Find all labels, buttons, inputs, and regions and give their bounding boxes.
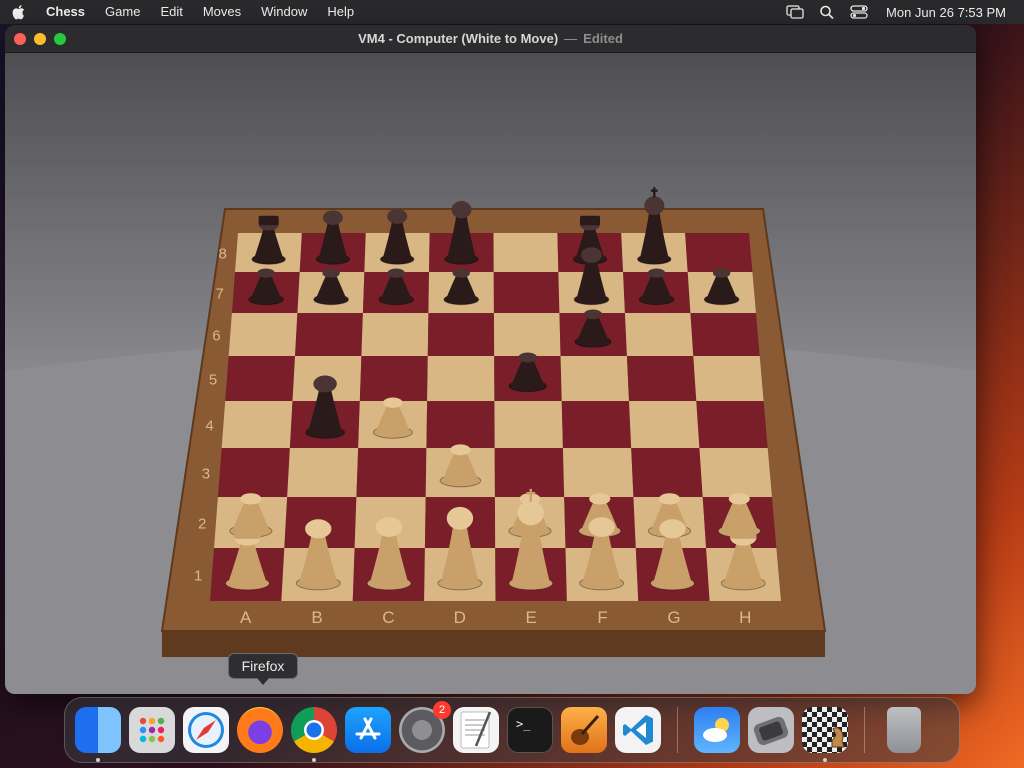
garageband-icon[interactable] xyxy=(561,707,607,753)
board-square[interactable] xyxy=(359,356,428,402)
menu-edit[interactable]: Edit xyxy=(150,0,192,24)
zoom-window-button[interactable] xyxy=(54,33,66,45)
menu-clock[interactable]: Mon Jun 26 7:53 PM xyxy=(886,5,1006,20)
settings-icon[interactable]: 2 xyxy=(399,701,451,753)
dock-separator xyxy=(677,707,678,753)
file-label: B xyxy=(311,608,322,627)
dock-separator xyxy=(864,707,865,753)
dock-tooltip: Firefox xyxy=(228,653,298,685)
window-title: VM4 - Computer (White to Move) xyxy=(358,31,559,46)
window-titlebar[interactable]: VM4 - Computer (White to Move) — Edited xyxy=(5,25,976,53)
rank-label: 2 xyxy=(198,516,206,533)
apple-menu-icon[interactable] xyxy=(0,4,36,21)
textedit-icon[interactable] xyxy=(453,707,499,753)
running-indicator xyxy=(823,758,827,762)
file-label: D xyxy=(454,608,466,627)
menu-bar: Chess Game Edit Moves Window Help Mon Ju… xyxy=(0,0,1024,24)
board-square[interactable] xyxy=(629,401,700,449)
chess-icon[interactable] xyxy=(802,707,848,762)
board-square[interactable] xyxy=(361,313,429,357)
board-square[interactable] xyxy=(685,233,753,273)
board-square[interactable] xyxy=(696,401,768,449)
trash-icon[interactable] xyxy=(887,707,921,753)
firefox-icon[interactable] xyxy=(237,707,283,753)
board-square[interactable] xyxy=(562,448,634,498)
board-square[interactable] xyxy=(356,448,427,498)
spotlight-search-icon[interactable] xyxy=(818,5,836,19)
notification-badge: 2 xyxy=(433,701,451,719)
rank-label: 8 xyxy=(219,246,227,263)
app-store-icon[interactable] xyxy=(345,707,391,753)
rank-label: 7 xyxy=(215,286,223,303)
board-square[interactable] xyxy=(693,356,764,402)
board-square[interactable] xyxy=(494,401,563,449)
board-square[interactable] xyxy=(626,356,697,402)
board-square[interactable] xyxy=(631,448,703,498)
running-indicator xyxy=(312,758,316,762)
board-square[interactable] xyxy=(493,233,559,273)
menu-game[interactable]: Game xyxy=(95,0,150,24)
board-square[interactable] xyxy=(221,401,293,449)
board-square[interactable] xyxy=(690,313,760,357)
title-separator: — xyxy=(564,31,578,46)
rank-label: 3 xyxy=(202,466,210,483)
edited-status: Edited xyxy=(583,31,623,46)
chess-scene[interactable]: 8 7 6 5 4 3 2 1 A B C D E F G H xyxy=(5,53,976,694)
board-square[interactable] xyxy=(624,313,694,357)
safari-icon[interactable] xyxy=(183,707,229,753)
file-label: G xyxy=(667,608,680,627)
screen-mirroring-icon[interactable] xyxy=(786,5,804,19)
board-square[interactable] xyxy=(287,448,359,498)
file-label: E xyxy=(526,608,537,627)
board-square[interactable] xyxy=(427,356,495,402)
terminal-icon[interactable]: >_ xyxy=(507,707,553,753)
close-window-button[interactable] xyxy=(14,33,26,45)
window-controls xyxy=(14,33,66,45)
board-square[interactable] xyxy=(427,313,495,357)
board-square[interactable] xyxy=(228,313,298,357)
board-square[interactable] xyxy=(699,448,772,498)
board-square[interactable] xyxy=(561,401,632,449)
simulator-icon[interactable] xyxy=(748,707,794,753)
file-label: F xyxy=(597,608,607,627)
menu-app-name[interactable]: Chess xyxy=(36,0,95,24)
svg-text:>_: >_ xyxy=(516,717,531,731)
rank-label: 4 xyxy=(205,418,213,435)
board-square[interactable] xyxy=(560,356,630,402)
minimize-window-button[interactable] xyxy=(34,33,46,45)
file-label: A xyxy=(240,608,252,627)
launchpad-icon[interactable] xyxy=(129,707,175,753)
chrome-icon[interactable] xyxy=(291,707,337,762)
chess-window: VM4 - Computer (White to Move) — Edited … xyxy=(5,25,976,694)
rank-label: 5 xyxy=(209,372,217,389)
rank-label: 6 xyxy=(212,328,220,345)
board-square[interactable] xyxy=(426,401,495,449)
file-label: H xyxy=(739,608,751,627)
board-square[interactable] xyxy=(493,272,560,314)
running-indicator xyxy=(96,758,100,762)
weather-icon[interactable] xyxy=(694,707,740,753)
board-square[interactable] xyxy=(295,313,363,357)
rank-label: 1 xyxy=(194,568,202,585)
chess-board[interactable]: 8 7 6 5 4 3 2 1 A B C D E F G H xyxy=(5,53,976,694)
menu-help[interactable]: Help xyxy=(317,0,364,24)
menu-window[interactable]: Window xyxy=(251,0,317,24)
board-square[interactable] xyxy=(493,313,561,357)
finder-icon[interactable] xyxy=(75,707,121,762)
board-square[interactable] xyxy=(494,448,565,498)
vscode-icon[interactable] xyxy=(615,707,661,753)
board-square[interactable] xyxy=(225,356,296,402)
control-center-icon[interactable] xyxy=(850,5,868,19)
board-square[interactable] xyxy=(217,448,290,498)
menu-moves[interactable]: Moves xyxy=(193,0,251,24)
dock: 2 >_ xyxy=(64,697,960,763)
file-label: C xyxy=(382,608,394,627)
